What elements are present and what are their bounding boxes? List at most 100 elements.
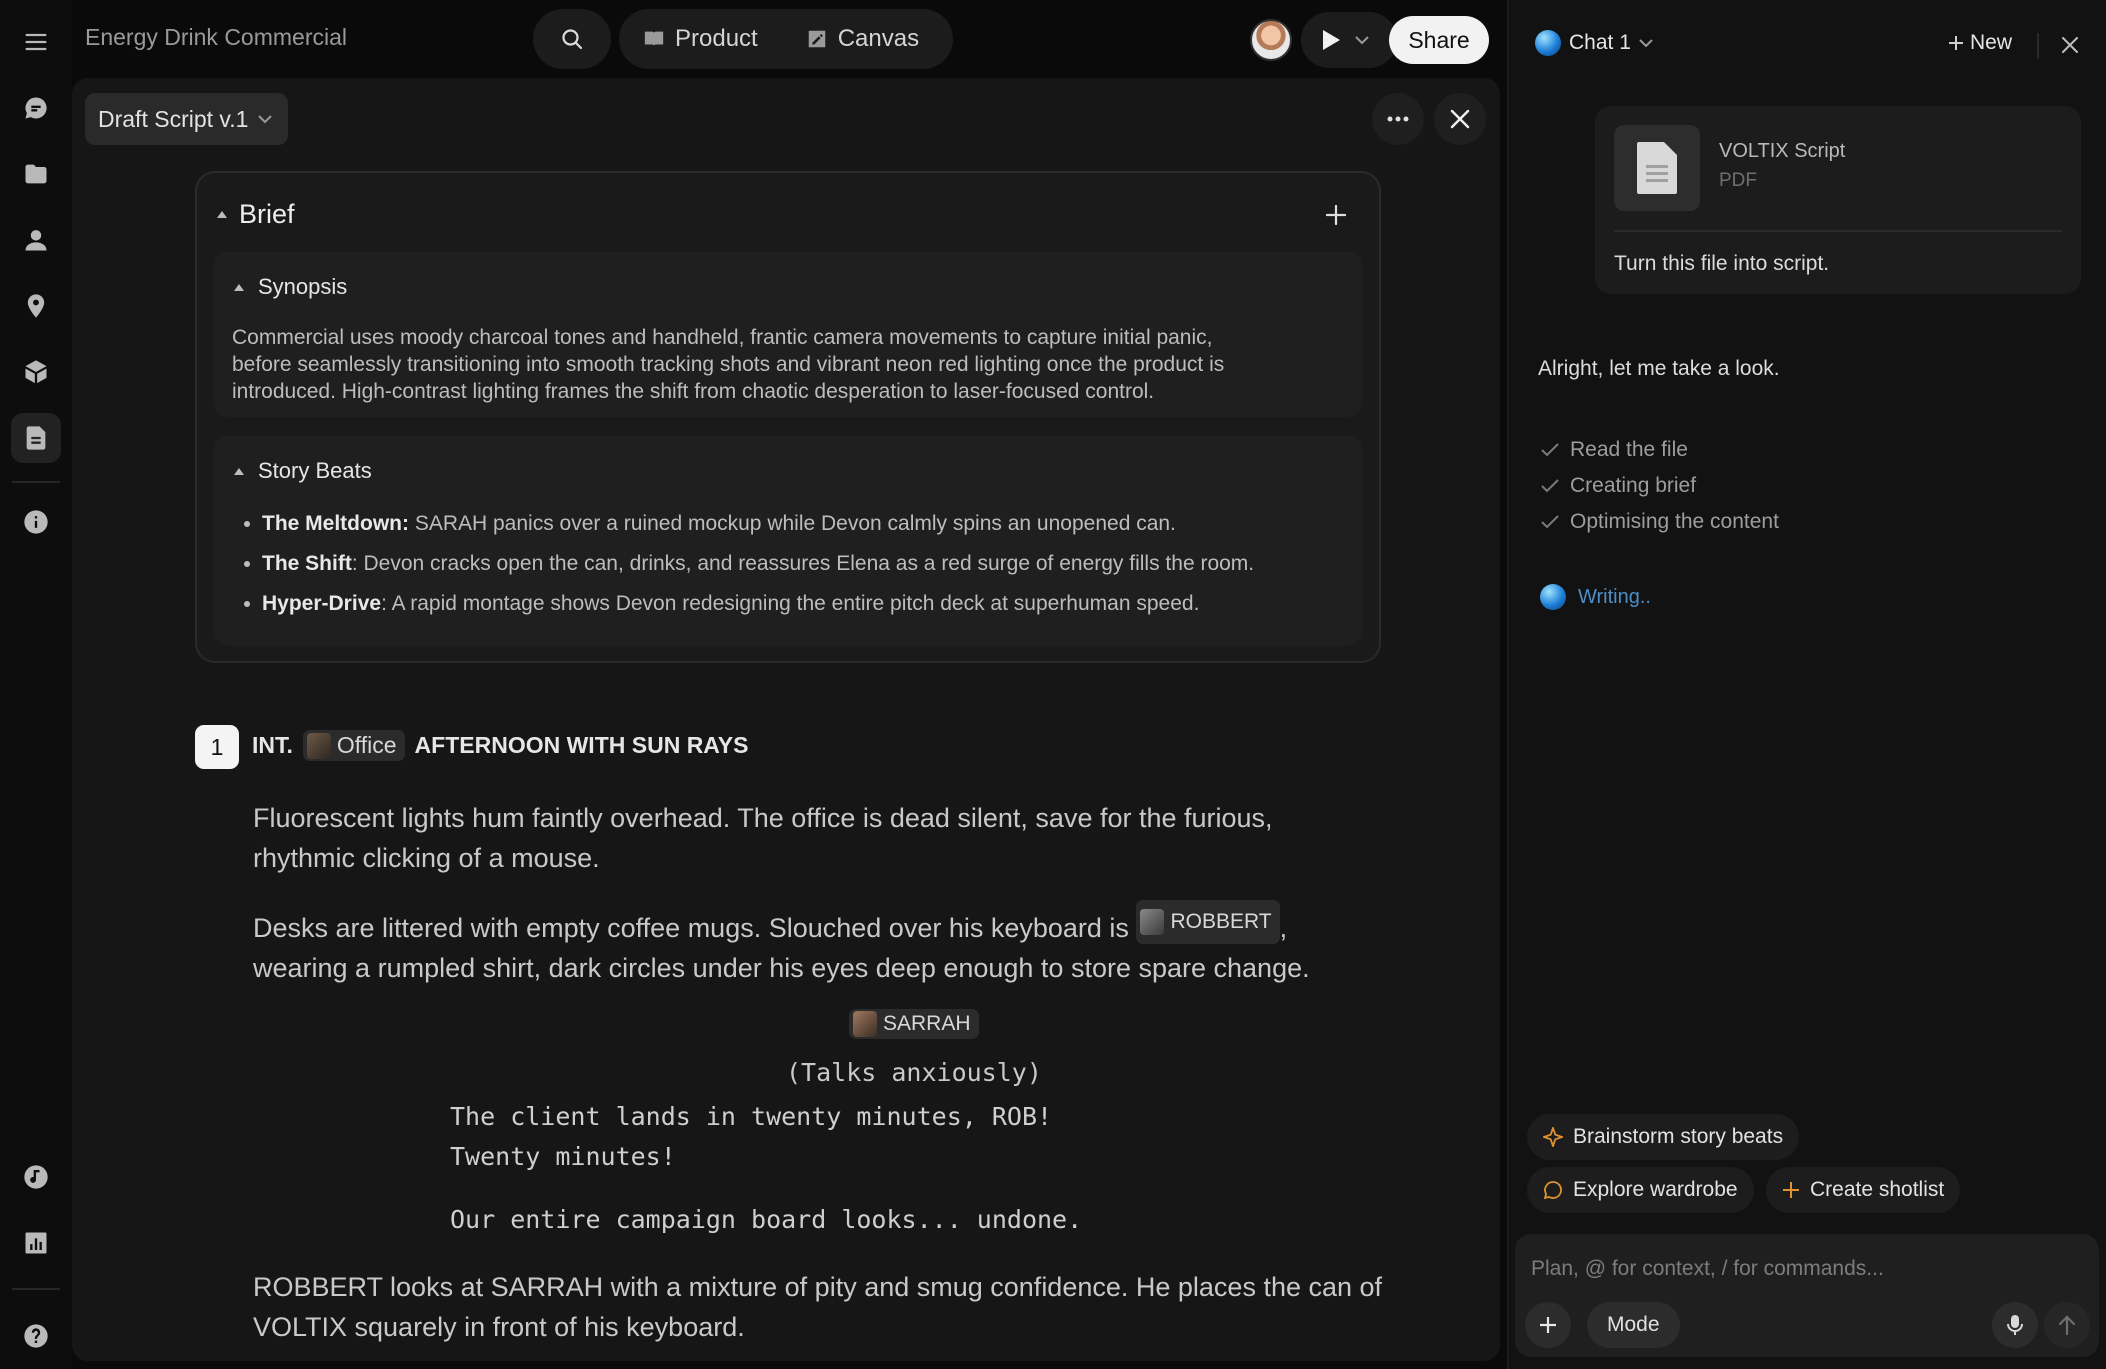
collapse-triangle-icon — [217, 211, 227, 218]
search-icon — [562, 29, 583, 50]
synopsis-line: before seamlessly transitioning into smo… — [232, 353, 1225, 376]
suggestion-label: Brainstorm story beats — [1573, 1125, 1784, 1148]
step-label: Creating brief — [1570, 474, 1697, 497]
menu-button[interactable] — [11, 17, 61, 67]
suggestion-wardrobe[interactable]: Explore wardrobe — [1527, 1167, 1754, 1213]
synopsis-line: Commercial uses moody charcoal tones and… — [232, 326, 1213, 349]
scene-int-ext: INT. — [252, 732, 293, 758]
location-name: Office — [336, 732, 397, 758]
check-icon — [1541, 443, 1559, 457]
brief-panel: Brief Synopsis Commercial uses moody cha… — [195, 171, 1381, 663]
tab-canvas[interactable]: Canvas — [806, 25, 919, 53]
more-options-button[interactable] — [1372, 93, 1424, 145]
synopsis-line: introduced. High-contrast lighting frame… — [232, 380, 1155, 403]
send-button[interactable] — [2044, 1302, 2090, 1348]
sidebar-item-scripts[interactable] — [11, 413, 61, 463]
beat-label: The Meltdown: — [262, 512, 409, 535]
sidebar-item-music[interactable] — [11, 1152, 61, 1202]
sidebar-item-help[interactable] — [11, 1311, 61, 1361]
tab-product[interactable]: Product — [643, 25, 758, 53]
brief-toggle[interactable]: Brief — [217, 199, 295, 230]
step-item: Creating brief — [1540, 468, 1779, 504]
action-line: ROBBERT looks at SARRAH with a mixture o… — [253, 1272, 1383, 1302]
project-title: Energy Drink Commercial — [85, 24, 348, 50]
sidebar-divider — [12, 481, 60, 483]
action-line: rhythmic clicking of a mouse. — [253, 843, 600, 873]
brief-title: Brief — [239, 199, 295, 229]
play-icon — [1323, 30, 1340, 50]
music-note-icon — [24, 1165, 48, 1189]
script-version-dropdown[interactable]: Draft Script v.1 — [85, 93, 289, 145]
user-message-text: Turn this file into script. — [1614, 252, 1830, 275]
person-icon — [25, 230, 47, 251]
suggestion-brainstorm[interactable]: Brainstorm story beats — [1527, 1114, 1800, 1160]
top-bar: Energy Drink Commercial Product Canvas S… — [72, 0, 1500, 78]
mode-button[interactable]: Mode — [1587, 1302, 1680, 1348]
book-icon — [644, 31, 664, 47]
chat-input[interactable] — [1531, 1254, 2071, 1284]
character-chip-robbert[interactable]: ROBBERT — [1136, 900, 1280, 944]
story-beats-toggle[interactable]: Story Beats — [234, 458, 372, 484]
add-brief-section-button[interactable] — [1325, 204, 1347, 226]
action-block: Desks are littered with empty coffee mug… — [253, 900, 1453, 988]
attachment-name: VOLTIX Script — [1719, 140, 1846, 162]
add-attachment-button[interactable] — [1525, 1302, 1571, 1348]
location-chip[interactable]: Office — [302, 730, 405, 761]
action-line: VOLTIX squarely in front of his keyboard… — [253, 1312, 745, 1342]
more-horizontal-icon — [1387, 116, 1409, 122]
scene-number: 1 — [195, 725, 239, 769]
play-menu-button[interactable] — [1301, 12, 1397, 68]
sidebar-item-products[interactable] — [11, 347, 61, 397]
dialogue-line: Twenty minutes! — [450, 1142, 676, 1171]
sidebar-item-characters[interactable] — [11, 215, 61, 265]
story-beats-list: The Meltdown: SARAH panics over a ruined… — [232, 510, 1332, 630]
close-document-button[interactable] — [1434, 93, 1486, 145]
beat-text: SARAH panics over a ruined mockup while … — [408, 512, 1176, 535]
chevron-down-icon — [258, 115, 273, 124]
sidebar-item-files[interactable] — [11, 149, 61, 199]
status-text: Writing.. — [1578, 585, 1651, 608]
assistant-orb-icon — [1540, 584, 1566, 610]
close-chat-button[interactable] — [2062, 37, 2078, 53]
action-line: Fluorescent lights hum faintly overhead.… — [253, 803, 1273, 833]
character-chip-sarrah[interactable]: SARRAH — [849, 1009, 979, 1039]
chat-composer: Mode — [1515, 1234, 2099, 1357]
location-thumbnail — [306, 732, 331, 759]
collapse-triangle-icon — [234, 283, 244, 291]
writing-status: Writing.. — [1540, 584, 1651, 610]
user-avatar[interactable] — [1250, 19, 1292, 61]
script-version-label: Draft Script v.1 — [98, 105, 249, 132]
pencil-square-icon — [808, 30, 825, 48]
sidebar-item-locations[interactable] — [11, 281, 61, 331]
story-beats-title: Story Beats — [258, 458, 372, 483]
share-button[interactable]: Share — [1389, 16, 1489, 64]
beat-text: : Devon cracks open the can, drinks, and… — [351, 552, 1255, 575]
pdf-attachment-thumbnail[interactable] — [1614, 125, 1700, 211]
plus-icon — [1783, 1182, 1799, 1198]
sidebar-item-info[interactable] — [11, 497, 61, 547]
chat-selector[interactable]: Chat 1 — [1535, 30, 1653, 56]
story-beats-card: Story Beats The Meltdown: SARAH panics o… — [214, 436, 1362, 646]
action-line: wearing a rumpled shirt, dark circles un… — [253, 953, 1310, 983]
new-chat-label: New — [1970, 31, 2013, 54]
bar-chart-icon — [25, 1232, 47, 1254]
sidebar-item-chats[interactable] — [11, 83, 61, 133]
progress-steps: Read the file Creating brief Optimising … — [1540, 432, 1779, 540]
plus-icon — [1540, 1317, 1556, 1333]
chevron-down-icon — [1355, 36, 1369, 45]
synopsis-toggle[interactable]: Synopsis — [234, 274, 347, 300]
search-button[interactable] — [533, 9, 611, 69]
suggestion-shotlist[interactable]: Create shotlist — [1766, 1167, 1961, 1213]
tab-canvas-label: Canvas — [837, 25, 920, 52]
list-item: The Meltdown: SARAH panics over a ruined… — [232, 510, 1332, 537]
new-chat-button[interactable]: New — [1948, 31, 2012, 55]
sidebar-item-analytics[interactable] — [11, 1218, 61, 1268]
scene-time: AFTERNOON WITH SUN RAYS — [414, 732, 749, 758]
suggestion-label: Explore wardrobe — [1573, 1178, 1738, 1201]
character-thumbnail — [853, 1011, 877, 1037]
action-text: Desks are littered with empty coffee mug… — [253, 913, 1129, 943]
synopsis-title: Synopsis — [258, 274, 348, 299]
microphone-button[interactable] — [1992, 1302, 2038, 1348]
cube-icon — [25, 360, 47, 384]
dialogue-line: The client lands in twenty minutes, ROB! — [450, 1102, 1053, 1131]
